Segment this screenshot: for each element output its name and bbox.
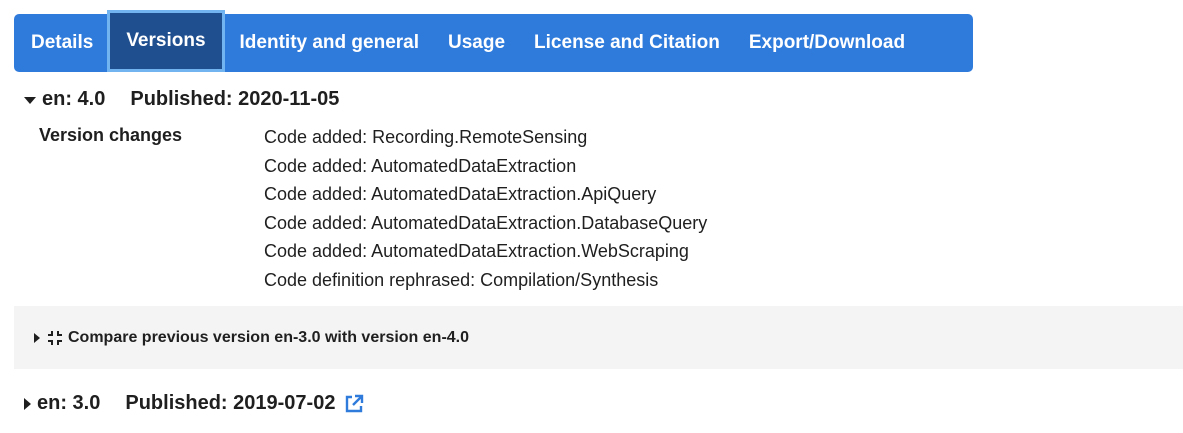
compare-versions-toggle[interactable]: Compare previous version en-3.0 with ver… <box>14 306 1183 369</box>
tab-usage[interactable]: Usage <box>433 14 519 72</box>
caret-right-icon <box>24 397 31 410</box>
version-number: en: 3.0 <box>37 392 101 414</box>
tab-identity-and-general[interactable]: Identity and general <box>225 14 433 72</box>
compress-icon <box>48 330 62 345</box>
version-changes-label: Version changes <box>39 125 183 145</box>
current-version-toggle[interactable]: en: 4.0 Published: 2020-11-05 <box>24 88 339 111</box>
change-item: Code added: Recording.RemoteSensing <box>264 127 588 147</box>
tab-details[interactable]: Details <box>16 14 107 72</box>
published-date: Published: 2019-07-02 <box>125 392 336 414</box>
tab-license-and-citation[interactable]: License and Citation <box>519 14 734 72</box>
change-item: Code definition rephrased: Compilation/S… <box>264 269 659 290</box>
change-item: Code added: AutomatedDataExtraction.Data… <box>264 212 708 233</box>
external-link-icon[interactable] <box>343 393 365 415</box>
previous-version-toggle[interactable]: en: 3.0 Published: 2019-07-02 <box>24 392 365 415</box>
change-item: Code added: AutomatedDataExtraction.ApiQ… <box>264 184 657 205</box>
change-item: Code added: AutomatedDataExtraction <box>264 155 577 176</box>
published-date: Published: 2020-11-05 <box>130 88 340 110</box>
tab-export-download[interactable]: Export/Download <box>734 14 919 72</box>
compare-label: Compare previous version en-3.0 with ver… <box>68 328 470 346</box>
version-number: en: 4.0 <box>42 88 106 110</box>
change-item: Code added: AutomatedDataExtraction.WebS… <box>264 241 689 262</box>
caret-right-icon <box>34 332 40 343</box>
caret-down-icon <box>24 97 36 104</box>
version-changes-list: Code added: Recording.RemoteSensing Code… <box>264 123 707 295</box>
tab-versions[interactable]: Versions <box>107 10 225 72</box>
tab-bar: Details Versions Identity and general Us… <box>14 10 973 72</box>
